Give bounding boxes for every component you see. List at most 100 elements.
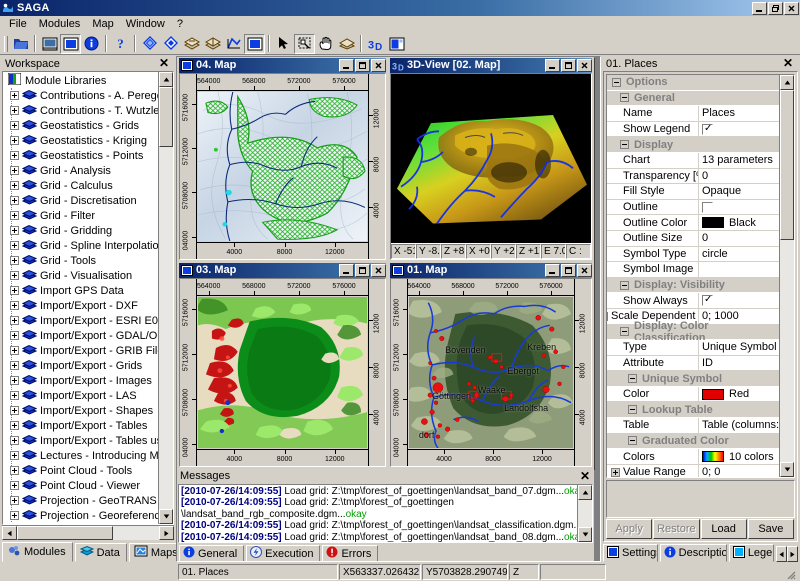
module-library-item[interactable]: Geostatistics - Points	[4, 148, 158, 163]
expand-icon[interactable]	[10, 226, 19, 235]
map-layout-icon[interactable]	[386, 34, 407, 54]
property-value[interactable]: 0; 0	[699, 465, 779, 477]
map-01-canvas-frame[interactable]: 564000568000572000576000 040008000120001…	[391, 279, 591, 466]
property-row[interactable]: Outline Size0	[607, 231, 779, 247]
collapse-icon[interactable]	[628, 436, 637, 445]
menu-help[interactable]: ?	[171, 16, 189, 32]
zoom-rect-icon[interactable]	[294, 34, 315, 54]
maximize-button[interactable]	[355, 264, 370, 277]
map-03-canvas[interactable]	[198, 297, 367, 448]
module-library-item[interactable]: Projection - Proj.4	[4, 523, 158, 524]
scroll-trough[interactable]	[578, 500, 592, 528]
expand-icon[interactable]	[10, 121, 19, 130]
property-value[interactable]: Red	[699, 387, 779, 403]
module-library-item[interactable]: Import/Export - DXF	[4, 298, 158, 313]
map-icon[interactable]	[244, 34, 265, 54]
property-row[interactable]: Symbol Typecircle	[607, 247, 779, 263]
property-value[interactable]: Opaque	[699, 184, 779, 200]
expand-icon[interactable]	[10, 301, 19, 310]
color-swatch[interactable]	[702, 217, 724, 228]
minimize-button[interactable]	[545, 59, 560, 72]
map-window-03[interactable]: 03. Map 564000568000572000576000 0400080…	[177, 262, 388, 469]
property-value[interactable]	[699, 262, 779, 278]
map-window-03-titlebar[interactable]: 03. Map	[179, 263, 386, 278]
view3d-window[interactable]: 3 D 3D-View [02. Map]	[388, 57, 594, 262]
menu-file[interactable]: File	[3, 16, 33, 32]
properties-tab-settings[interactable]: Settings	[603, 544, 658, 562]
property-row[interactable]: Colors10 colors	[607, 449, 779, 465]
module-library-item[interactable]: Grid - Gridding	[4, 223, 158, 238]
shapes-save-icon[interactable]	[160, 34, 181, 54]
module-library-item[interactable]: Import/Export - Shapes	[4, 403, 158, 418]
maximize-button[interactable]	[561, 264, 576, 277]
workspace-tab-data[interactable]: Data	[75, 543, 127, 562]
module-library-item[interactable]: Contributions - T. Wutzler	[4, 103, 158, 118]
grid-save-icon[interactable]	[202, 34, 223, 54]
property-row[interactable]: TableTable (columns: 5, ro	[607, 418, 779, 434]
expand-icon[interactable]	[10, 151, 19, 160]
expand-icon[interactable]	[10, 391, 19, 400]
properties-load-button[interactable]: Load	[701, 519, 747, 539]
expand-icon[interactable]	[10, 421, 19, 430]
collapse-icon[interactable]	[620, 327, 629, 336]
module-library-item[interactable]: Grid - Spline Interpolation	[4, 238, 158, 253]
property-row[interactable]: Chart13 parameters	[607, 153, 779, 169]
module-library-item[interactable]: Grid - Filter	[4, 208, 158, 223]
restore-button[interactable]	[768, 2, 783, 15]
info-icon[interactable]	[81, 34, 102, 54]
menu-window[interactable]: Window	[120, 16, 171, 32]
module-library-item[interactable]: Import/Export - Tables	[4, 418, 158, 433]
module-library-item[interactable]: Grid - Discretisation	[4, 193, 158, 208]
property-row[interactable]: AttributeID	[607, 356, 779, 372]
map-window-04[interactable]: 04. Map 564000568000572000576000 0400080…	[177, 57, 388, 262]
property-row[interactable]: Show Legend	[607, 122, 779, 138]
messages-tab-general[interactable]: General	[179, 545, 244, 562]
checkbox[interactable]	[702, 295, 713, 306]
map-03-canvas-frame[interactable]: 564000568000572000576000 040008000120001…	[180, 279, 385, 466]
property-value[interactable]: circle	[699, 247, 779, 263]
minimize-button[interactable]	[752, 2, 767, 15]
module-library-item[interactable]: Projection - GeoTRANS	[4, 493, 158, 508]
scroll-left-button[interactable]	[2, 526, 17, 540]
property-value[interactable]: Black	[699, 215, 779, 231]
close-button[interactable]	[784, 2, 799, 15]
minimize-button[interactable]	[545, 264, 560, 277]
workspace-tab-modules[interactable]: Modules	[2, 542, 73, 562]
module-library-item[interactable]: Import/Export - GDAL/OGR	[4, 328, 158, 343]
property-row[interactable]: Show Always	[607, 293, 779, 309]
active-parameters-icon[interactable]	[60, 34, 81, 54]
property-value[interactable]	[699, 293, 779, 309]
scroll-right-button[interactable]	[159, 526, 174, 540]
property-value[interactable]: Places	[699, 106, 779, 122]
expand-icon[interactable]	[10, 466, 19, 475]
properties-grid[interactable]: OptionsGeneralNamePlacesShow LegendDispl…	[607, 75, 779, 477]
scroll-up-button[interactable]	[780, 75, 794, 90]
open-folder-icon[interactable]	[10, 34, 31, 54]
expand-icon[interactable]	[10, 406, 19, 415]
expand-icon[interactable]	[10, 211, 19, 220]
module-library-item[interactable]: Geostatistics - Kriging	[4, 133, 158, 148]
collapse-icon[interactable]	[628, 405, 637, 414]
map-01-canvas[interactable]: BovendenKrebenEbergotWaakeGöttingenLando…	[409, 297, 573, 448]
histogram-icon[interactable]	[223, 34, 244, 54]
expand-icon[interactable]	[10, 136, 19, 145]
properties-tab-leger[interactable]: Leger	[729, 544, 774, 562]
collapse-icon[interactable]	[628, 374, 637, 383]
module-library-item[interactable]: Import GPS Data	[4, 283, 158, 298]
module-tree[interactable]: Module LibrariesContributions - A. Pereg…	[3, 72, 158, 524]
expand-icon[interactable]	[10, 241, 19, 250]
expand-icon[interactable]	[10, 166, 19, 175]
menu-modules[interactable]: Modules	[33, 16, 87, 32]
module-libraries-root[interactable]: Module Libraries	[4, 73, 158, 88]
messages-scrollbar[interactable]	[577, 485, 592, 543]
close-button[interactable]	[577, 59, 592, 72]
property-value[interactable]: 0	[699, 169, 779, 185]
maximize-button[interactable]	[355, 59, 370, 72]
scroll-down-button[interactable]	[159, 509, 173, 524]
expand-icon[interactable]	[10, 316, 19, 325]
resize-grip[interactable]	[607, 564, 798, 580]
arrow-pointer-icon[interactable]	[273, 34, 294, 54]
expand-icon[interactable]	[10, 331, 19, 340]
map-window-01[interactable]: 01. Map 564000568000572000576000 0400080…	[388, 262, 594, 469]
module-library-item[interactable]: Grid - Calculus	[4, 178, 158, 193]
